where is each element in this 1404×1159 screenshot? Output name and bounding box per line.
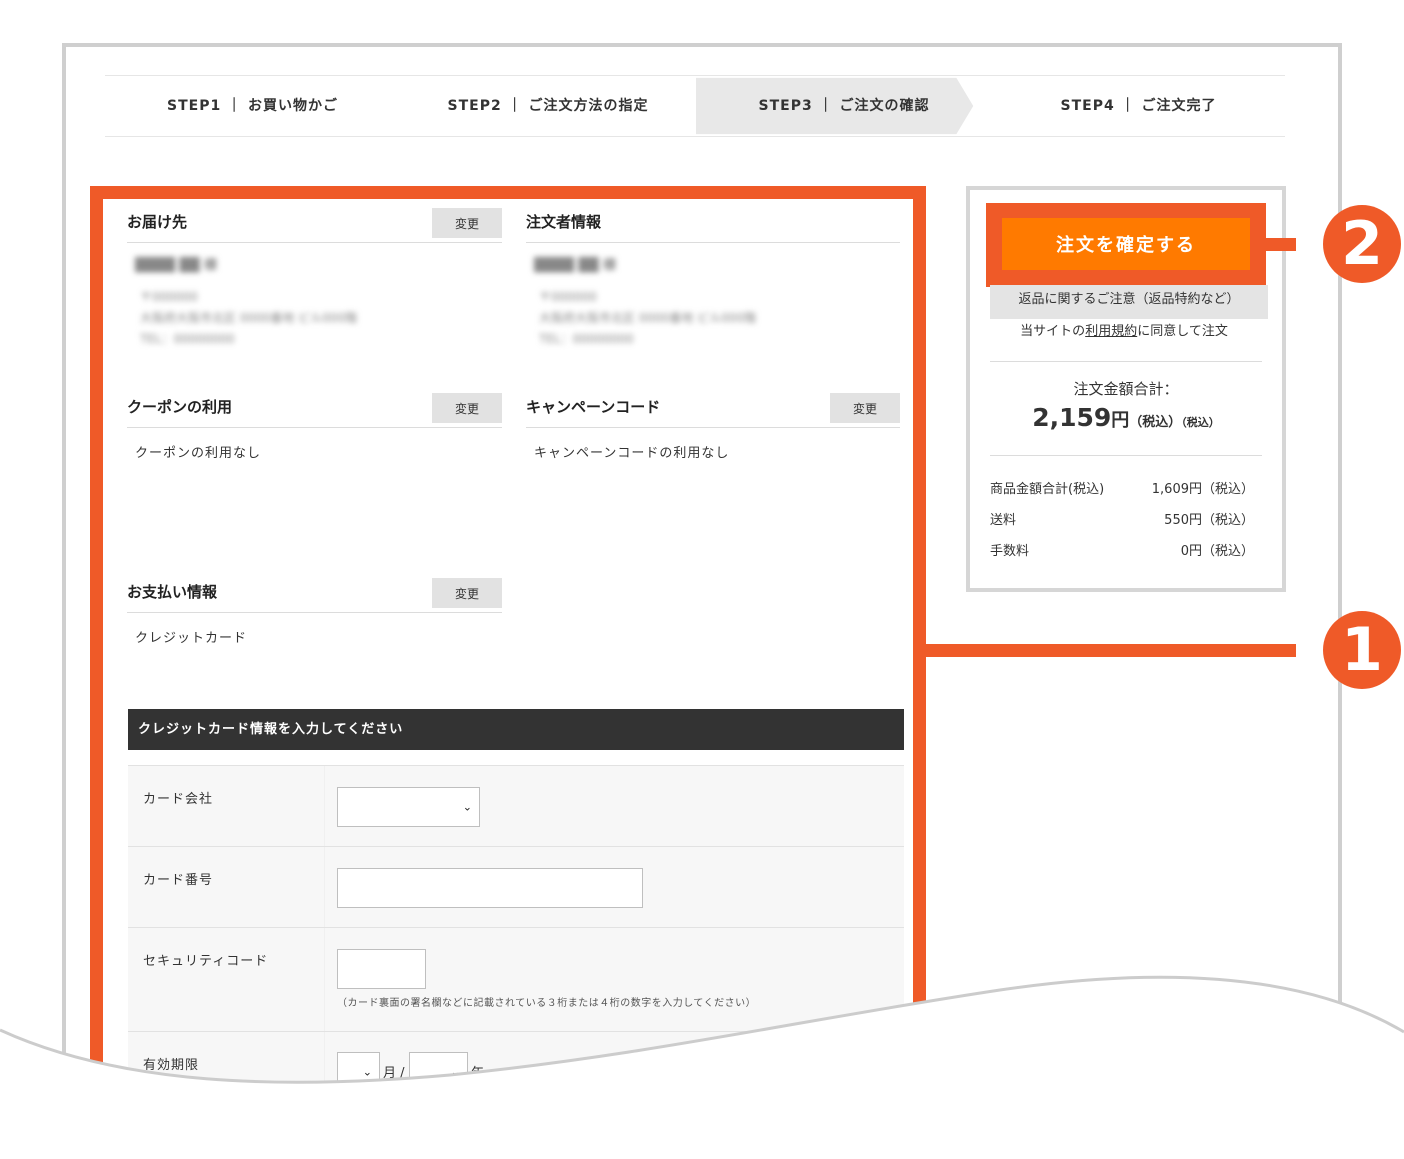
terms-agreement: 当サイトの利用規約に同意して注文 [1020, 324, 1228, 339]
torn-edge-wave [0, 975, 1404, 1159]
coupon-section-header: クーポンの利用 変更 [127, 388, 502, 428]
card-company-label: カード会社 [143, 792, 214, 807]
chevron-down-icon: ⌄ [462, 800, 472, 814]
coupon-change-button[interactable]: 変更 [432, 393, 502, 423]
card-company-select[interactable]: ⌄ [337, 787, 480, 827]
card-number-label: カード番号 [143, 873, 214, 888]
callout-1-line [926, 644, 1296, 657]
coupon-value: クーポンの利用なし [135, 446, 262, 461]
divider [990, 455, 1262, 456]
return-policy-link[interactable]: 返品に関するご注意（返品特約など） [990, 285, 1268, 319]
confirm-order-button[interactable]: 注文を確定する [1002, 218, 1250, 270]
card-number-input[interactable] [337, 868, 643, 908]
orderer-title: 注文者情報 [526, 213, 602, 231]
delivery-address: 〒000000 大阪府大阪市北区 0000番地 ビル000階 TEL：00000… [140, 290, 358, 346]
callout-2-badge: 2 [1323, 205, 1401, 283]
step-2: STEP2 ｜ ご注文方法の指定 [447, 98, 649, 114]
orderer-name: ████ ██ 様 [534, 258, 617, 273]
campaign-section-header: キャンペーンコード 変更 [526, 388, 900, 428]
step-1: STEP1 ｜ お買い物かご [167, 98, 338, 114]
step-3-current: STEP3 ｜ ご注文の確認 [758, 98, 930, 114]
total-amount: 2,159円（税込）（税込） [1032, 403, 1220, 432]
orderer-address: 〒000000 大阪府大阪市北区 0000番地 ビル000階 TEL：00000… [539, 290, 757, 346]
checkout-steps: STEP1 ｜ お買い物かご STEP2 ｜ ご注文方法の指定 STEP3 ｜ … [105, 75, 1285, 137]
payment-title: お支払い情報 [127, 583, 218, 601]
delivery-change-button[interactable]: 変更 [432, 208, 502, 238]
orderer-section-header: 注文者情報 [526, 203, 900, 243]
callout-1-badge: 1 [1323, 611, 1401, 689]
delivery-name: ████ ██ 様 [135, 258, 218, 273]
subtotal-line: 商品金額合計(税込) 1,609円（税込） [990, 482, 1254, 497]
step-4: STEP4 ｜ ご注文完了 [1060, 98, 1217, 114]
total-label: 注文金額合計： [1073, 380, 1179, 398]
callout-2-line [1266, 238, 1296, 251]
credit-card-header: クレジットカード情報を入力してください [128, 709, 904, 750]
card-company-row: カード会社 ⌄ [128, 765, 904, 846]
delivery-title: お届け先 [127, 213, 188, 231]
campaign-value: キャンペーンコードの利用なし [534, 446, 730, 461]
campaign-change-button[interactable]: 変更 [830, 393, 900, 423]
campaign-title: キャンペーンコード [526, 398, 661, 416]
terms-link[interactable]: 利用規約 [1085, 324, 1137, 339]
card-number-row: カード番号 [128, 846, 904, 927]
delivery-section-header: お届け先 変更 [127, 203, 502, 243]
payment-section-header: お支払い情報 変更 [127, 573, 502, 613]
coupon-title: クーポンの利用 [127, 398, 233, 416]
payment-change-button[interactable]: 変更 [432, 578, 502, 608]
shipping-line: 送料 550円（税込） [990, 513, 1254, 528]
divider [990, 361, 1262, 362]
payment-value: クレジットカード [135, 631, 248, 646]
fee-line: 手数料 0円（税込） [990, 544, 1254, 559]
